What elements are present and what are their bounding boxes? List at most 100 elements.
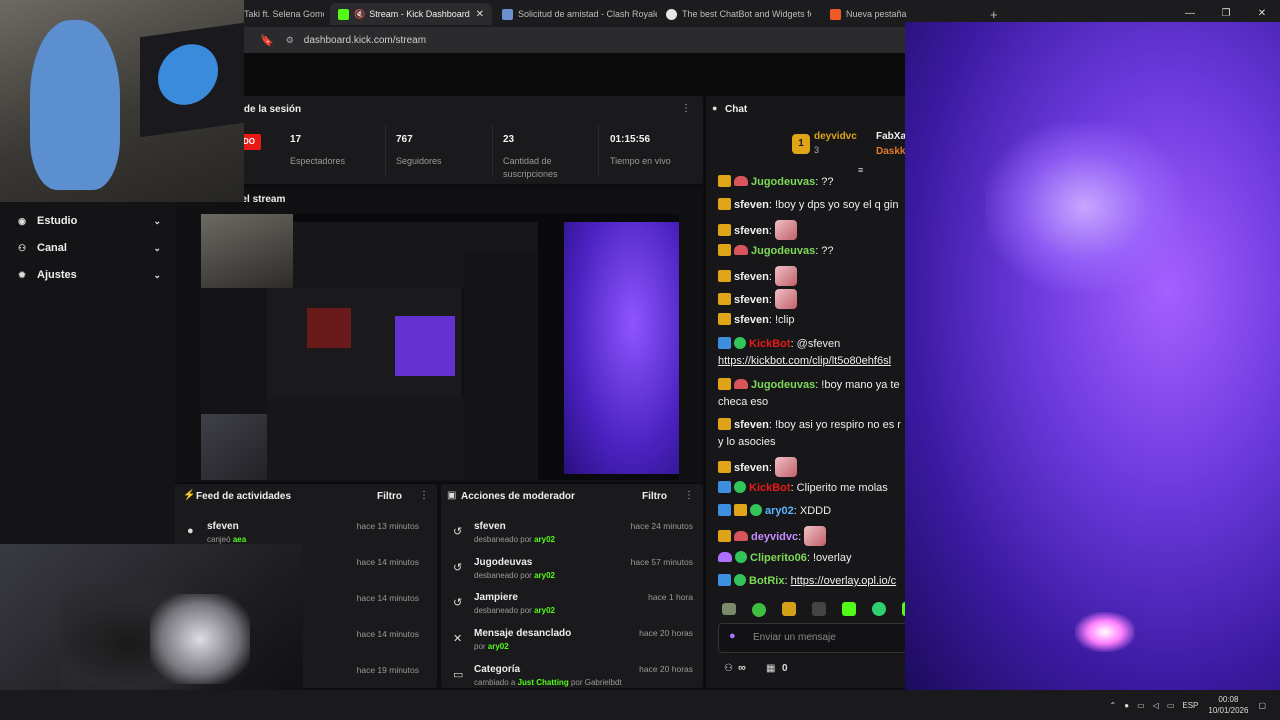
- emote-icon[interactable]: [812, 602, 826, 616]
- camera-subject: [985, 122, 1185, 292]
- battery-icon[interactable]: ▭: [1167, 701, 1175, 710]
- chat-username[interactable]: Cliperito06: [750, 552, 807, 564]
- chat-username[interactable]: Jugodeuvas: [751, 176, 815, 188]
- chat-username[interactable]: sfeven: [734, 271, 769, 283]
- channel-points-icon[interactable]: ⚇: [724, 663, 733, 674]
- chat-message[interactable]: sfeven: !boy asi yo respiro no es r y lo …: [718, 417, 905, 451]
- emote-icon[interactable]: [842, 602, 856, 616]
- microphone-icon[interactable]: ●: [1124, 701, 1129, 710]
- chat-link[interactable]: https://overlay.opl.io/c: [791, 575, 897, 587]
- chat-message[interactable]: deyvidvc:: [718, 526, 905, 546]
- laptop-screen: [140, 22, 244, 138]
- chat-username[interactable]: Jugodeuvas: [751, 245, 815, 257]
- chat-username[interactable]: ary02: [765, 505, 794, 517]
- viewers-label: Espectadores: [290, 156, 346, 166]
- chat-message[interactable]: BotRix: https://overlay.opl.io/c: [718, 573, 905, 590]
- mod-action: desbaneado por: [474, 606, 532, 615]
- mod-detail: por ary02: [474, 642, 509, 651]
- sidebar-item-canal[interactable]: ⚇ Canal ⌄: [0, 235, 175, 261]
- tab-clash-royale[interactable]: Solicitud de amistad - Clash Royale: [502, 3, 657, 25]
- chat-message[interactable]: sfeven:: [718, 289, 905, 309]
- close-tab-icon[interactable]: ✕: [476, 9, 484, 20]
- chat-username[interactable]: KickBot: [749, 338, 791, 350]
- brave-favicon-icon: [830, 8, 841, 20]
- emote-icon[interactable]: [872, 602, 886, 616]
- chat-message[interactable]: sfeven: !boy y dps yo soy el q gin: [718, 197, 905, 214]
- chat-message[interactable]: sfeven:: [718, 457, 905, 477]
- language-indicator[interactable]: ESP: [1182, 701, 1198, 710]
- gifter-third-name[interactable]: Daskk: [876, 146, 905, 157]
- gifter-second-name[interactable]: FabXa: [876, 131, 905, 142]
- gift-icon[interactable]: ▦: [766, 663, 775, 674]
- chat-message[interactable]: Jugodeuvas: !boy mano ya te checa eso: [718, 377, 905, 411]
- chat-username[interactable]: sfeven: [734, 225, 769, 237]
- volume-icon[interactable]: ◁: [1153, 701, 1159, 710]
- sidebar-item-label: Canal: [37, 242, 67, 254]
- mod-time: hace 20 horas: [639, 664, 693, 674]
- chat-message[interactable]: Cliperito06: !overlay: [718, 550, 905, 567]
- site-info-icon[interactable]: ⚙: [286, 35, 294, 46]
- chat-username[interactable]: deyvidvc: [751, 531, 798, 543]
- chat-username[interactable]: sfeven: [734, 314, 769, 326]
- chat-link[interactable]: https://kickbot.com/clip/lt5o80ehf6sl: [718, 353, 905, 370]
- moderator-badge-icon: [718, 574, 731, 586]
- settings-icon: ✹: [18, 269, 26, 280]
- microphone-icon[interactable]: ●: [729, 630, 736, 642]
- mod-row[interactable]: ✕ Mensaje desanclado por ary02 hace 20 h…: [441, 628, 703, 664]
- chat-message[interactable]: sfeven:: [718, 220, 905, 240]
- url-field[interactable]: dashboard.kick.com/stream: [304, 35, 426, 46]
- chat-message[interactable]: KickBot: Cliperito me molas: [718, 480, 905, 497]
- network-icon[interactable]: ▭: [1137, 701, 1145, 710]
- kebab-menu-icon[interactable]: ⋮: [681, 103, 691, 114]
- chat-username[interactable]: BotRix: [749, 575, 784, 587]
- bookmark-icon[interactable]: 🔖: [260, 34, 274, 47]
- chat-username[interactable]: KickBot: [749, 482, 791, 494]
- emote-image: [804, 526, 827, 546]
- mod-time: hace 1 hora: [648, 592, 693, 602]
- mod-row[interactable]: ▭ Categoría cambiado a Just Chatting por…: [441, 664, 703, 688]
- chat-message[interactable]: Jugodeuvas: ??: [718, 243, 905, 260]
- mod-row[interactable]: ↺ Jugodeuvas desbaneado por ary02 hace 5…: [441, 557, 703, 593]
- notifications-icon[interactable]: ▢: [1258, 701, 1266, 710]
- chat-text: :: [798, 531, 802, 543]
- subscriber-badge-icon: [718, 418, 731, 430]
- sidebar-item-estudio[interactable]: ◉ Estudio ⌄: [0, 208, 175, 234]
- clock[interactable]: 00:08 10/01/2026: [1208, 694, 1248, 716]
- mod-filter-button[interactable]: Filtro: [642, 491, 667, 502]
- dashboard-sidebar: ◉ Estudio ⌄ ⚇ Canal ⌄ ✹ Ajustes ⌄: [0, 202, 175, 544]
- chat-message[interactable]: sfeven: !clip: [718, 312, 905, 329]
- tab-chatbot[interactable]: The best ChatBot and Widgets fo: [666, 3, 811, 25]
- mod-target: Jugodeuvas: [474, 557, 533, 568]
- kebab-menu-icon[interactable]: ⋮: [419, 490, 429, 501]
- mod-extra: por Gabrielbdt: [570, 678, 622, 687]
- activity-filter-button[interactable]: Filtro: [377, 491, 402, 502]
- chevron-up-icon[interactable]: ⌃: [1110, 701, 1117, 710]
- tab-kick-dashboard[interactable]: 🔇 Stream - Kick Dashboard ✕: [330, 3, 492, 25]
- chat-username[interactable]: sfeven: [734, 199, 769, 211]
- top-gifter-name[interactable]: deyvidvc: [814, 131, 857, 142]
- stream-preview-video[interactable]: [201, 214, 679, 480]
- chat-message[interactable]: KickBot: @sfeven https://kickbot.com/clip…: [718, 336, 905, 370]
- mod-time: hace 57 minutos: [630, 557, 693, 567]
- sidebar-item-ajustes[interactable]: ✹ Ajustes ⌄: [0, 262, 175, 288]
- emote-icon[interactable]: [722, 603, 736, 615]
- tab-taki[interactable]: Taki ft. Selena Gomez: [244, 3, 324, 25]
- chat-username[interactable]: sfeven: [734, 294, 769, 306]
- chat-message[interactable]: sfeven:: [718, 266, 905, 286]
- chat-input[interactable]: ● Enviar un mensaje: [718, 623, 905, 653]
- mod-row[interactable]: ↺ Jampiere desbaneado por ary02 hace 1 h…: [441, 592, 703, 628]
- preview-sidebar: [201, 288, 267, 414]
- chat-username[interactable]: Jugodeuvas: [751, 379, 815, 391]
- blue-cat-figure: [30, 20, 120, 190]
- kebab-menu-icon[interactable]: ⋮: [684, 490, 694, 501]
- mod-time: hace 24 minutos: [630, 521, 693, 531]
- chat-message[interactable]: Jugodeuvas: ??: [718, 174, 905, 191]
- mod-row[interactable]: ↺ sfeven desbaneado por ary02 hace 24 mi…: [441, 521, 703, 557]
- chat-message[interactable]: ary02: XDDD: [718, 503, 905, 520]
- emote-icon[interactable]: [752, 603, 766, 617]
- kick-logo-icon: [338, 8, 349, 20]
- chat-username[interactable]: sfeven: [734, 419, 769, 431]
- chat-username[interactable]: sfeven: [734, 462, 769, 474]
- emote-icon[interactable]: [782, 602, 796, 616]
- chat-text: : !boy y dps yo soy el q gin: [768, 199, 899, 211]
